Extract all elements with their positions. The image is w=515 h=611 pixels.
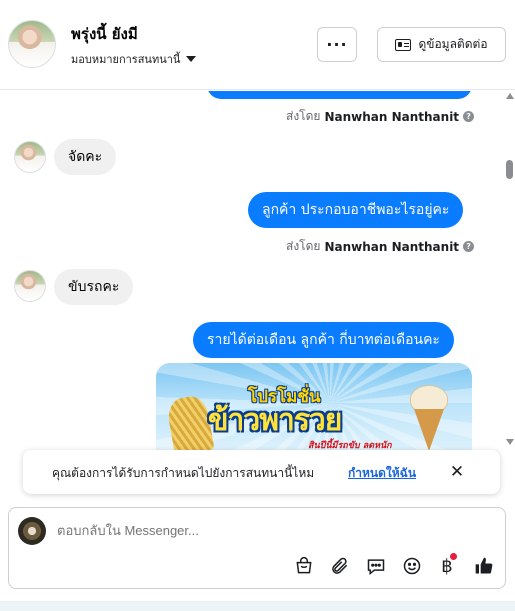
page-avatar (18, 517, 46, 545)
thumbs-up-icon[interactable] (473, 555, 495, 577)
sender-name: Nanwhan Nanthanit (324, 239, 460, 254)
contact-avatar-small[interactable] (14, 141, 46, 173)
contact-name[interactable]: พรุ่งนี้ ยังมี (71, 22, 138, 46)
outgoing-message-bubble[interactable]: ลูกค้า ประกอบอาชีพอะไรอยู่คะ (248, 192, 464, 228)
close-icon[interactable]: ✕ (447, 462, 467, 482)
sender-name: Nanwhan Nanthanit (324, 109, 460, 124)
assignment-prompt-text: คุณต้องการได้รับการกำหนดไปยังการสนทนานี้… (52, 466, 315, 480)
message-thread[interactable]: ส่งโดย Nanwhan Nanthanit ? จัดคะ ลูกค้า … (0, 91, 503, 451)
notification-dot (450, 553, 457, 560)
emoji-icon[interactable] (401, 555, 423, 577)
assignment-prompt: คุณต้องการได้รับการกำหนดไปยังการสนทนานี้… (23, 450, 500, 494)
rice-cone-graphic (406, 385, 452, 451)
conversation-header: พรุ่งนี้ ยังมี มอบหมายการสนทนานี้ ··· ดู… (0, 0, 515, 90)
reply-input[interactable] (57, 523, 477, 538)
outgoing-message-bubble[interactable]: รายได้ต่อเดือน ลูกค้า กี่บาทต่อเดือนคะ (193, 322, 454, 358)
shopping-bag-icon[interactable] (293, 555, 315, 577)
assign-label: มอบหมายการสนทนานี้ (71, 53, 181, 66)
contact-card-icon (395, 38, 412, 51)
footer-strip (0, 601, 515, 611)
contact-avatar[interactable] (8, 20, 56, 68)
caret-down-icon (186, 56, 197, 62)
promo-image-attachment[interactable]: โปรโมชั่น ข้าวพารวย สินปีนี้มีรถขับ ลดหน… (156, 363, 472, 451)
reply-composer: ฿ (8, 507, 506, 589)
baht-payment-icon[interactable]: ฿ (436, 553, 458, 577)
assign-to-me-link[interactable]: กำหนดให้ฉัน (348, 464, 416, 483)
paperclip-icon[interactable] (329, 555, 351, 577)
info-icon[interactable]: ? (463, 241, 475, 252)
more-options-button[interactable]: ··· (317, 27, 357, 62)
promo-title: ข้าวพารวย (208, 403, 342, 438)
view-contact-info-button[interactable]: ดูข้อมูลติดต่อ (377, 27, 506, 62)
incoming-message-bubble[interactable]: ขับรถคะ (54, 269, 134, 305)
scroll-down-arrow[interactable] (506, 439, 514, 445)
assign-conversation-dropdown[interactable]: มอบหมายการสนทนานี้ (71, 50, 197, 68)
scroll-up-arrow[interactable] (506, 93, 514, 99)
sent-by-label: ส่งโดย Nanwhan Nanthanit ? (286, 237, 475, 256)
scrollbar-thumb[interactable] (506, 160, 513, 179)
view-contact-info-label: ดูข้อมูลติดต่อ (418, 37, 488, 51)
contact-avatar-small[interactable] (14, 270, 46, 302)
info-icon[interactable]: ? (463, 111, 475, 122)
outgoing-message-bubble[interactable] (207, 91, 472, 99)
incoming-message-bubble[interactable]: จัดคะ (54, 139, 117, 175)
saved-reply-icon[interactable] (365, 555, 387, 577)
sent-by-label: ส่งโดย Nanwhan Nanthanit ? (286, 107, 475, 126)
